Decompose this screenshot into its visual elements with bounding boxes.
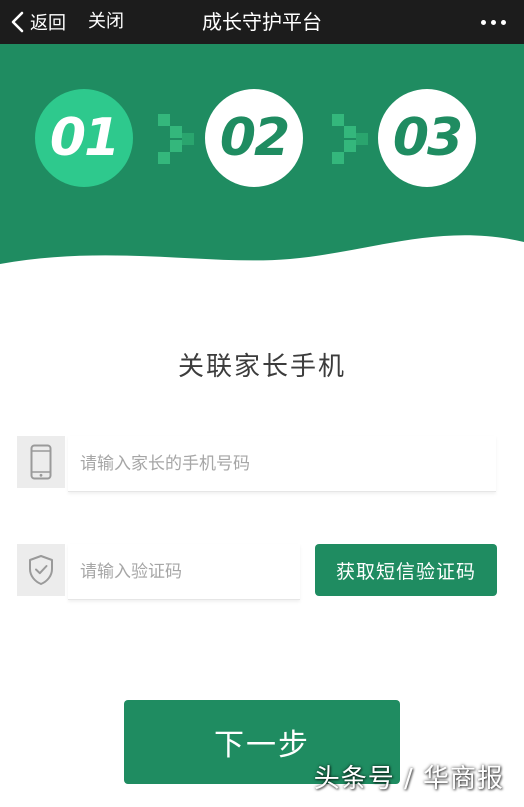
step-arrow-icon bbox=[156, 114, 198, 164]
close-button[interactable]: 关闭 bbox=[88, 0, 124, 44]
shield-check-icon bbox=[29, 555, 53, 585]
more-dots-icon bbox=[491, 19, 496, 25]
get-sms-code-button[interactable]: 获取短信验证码 bbox=[315, 544, 497, 596]
form-title: 关联家长手机 bbox=[177, 352, 346, 382]
more-menu-button[interactable] bbox=[481, 0, 506, 44]
step-1-indicator: 01 bbox=[35, 89, 133, 187]
step-3-indicator: 03 bbox=[378, 89, 476, 187]
step-2-indicator: 02 bbox=[205, 89, 303, 187]
step-arrow-icon bbox=[330, 114, 372, 164]
phone-icon bbox=[30, 444, 52, 480]
nav-bar: 返回 关闭 成长守护平台 bbox=[0, 0, 524, 44]
phone-icon-box bbox=[17, 436, 65, 488]
verification-code-input[interactable] bbox=[68, 544, 300, 600]
parent-phone-input[interactable] bbox=[68, 436, 496, 492]
watermark: 头条号 / 华商报 bbox=[313, 764, 504, 794]
chevron-left-icon bbox=[11, 11, 24, 33]
shield-icon-box bbox=[17, 544, 65, 596]
more-dots-icon bbox=[481, 19, 486, 25]
page-title: 成长守护平台 bbox=[202, 10, 322, 34]
back-button[interactable]: 返回 bbox=[8, 0, 66, 44]
back-label: 返回 bbox=[30, 13, 66, 34]
more-dots-icon bbox=[501, 19, 506, 25]
